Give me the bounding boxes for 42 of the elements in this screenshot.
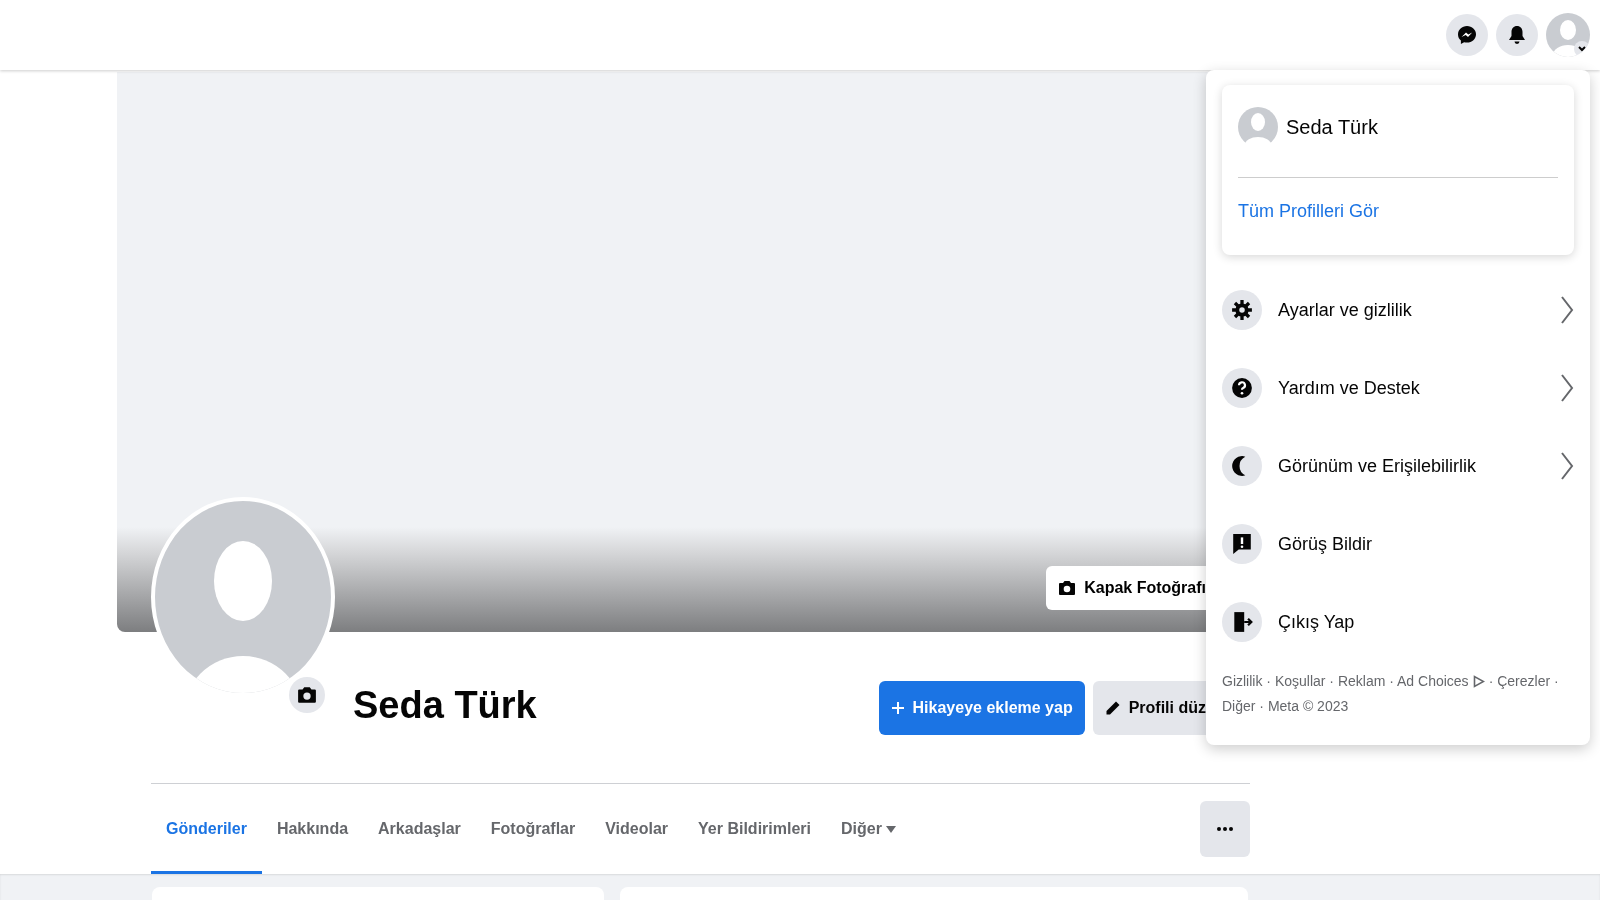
menu-item[interactable]: Ayarlar ve gizlilik: [1222, 271, 1574, 349]
notifications-button[interactable]: [1496, 14, 1538, 56]
profile-name: Seda Türk: [353, 683, 537, 728]
dropdown-icon: [886, 825, 897, 834]
menu-item[interactable]: Çıkış Yap: [1222, 583, 1574, 661]
menu-item[interactable]: Yardım ve Destek: [1222, 349, 1574, 427]
menu-item[interactable]: Görünüm ve Erişilebilirlik: [1222, 427, 1574, 505]
gear-icon: [1222, 290, 1262, 330]
logout-icon: [1222, 602, 1262, 642]
help-icon: [1222, 368, 1262, 408]
cover-photo-button[interactable]: Kapak Fotoğrafı: [1046, 566, 1206, 610]
messenger-button[interactable]: [1446, 14, 1488, 56]
feedback-icon: [1222, 524, 1262, 564]
avatar-icon: [1238, 107, 1278, 147]
chevron-right-icon: [1560, 295, 1574, 325]
pencil-icon: [1104, 700, 1121, 716]
menu-item[interactable]: Görüş Bildir: [1222, 505, 1574, 583]
edit-profile-button[interactable]: Profili düz: [1092, 681, 1206, 735]
plus-icon: [890, 701, 905, 715]
profile-tab[interactable]: Videolar: [590, 784, 684, 874]
see-all-profiles-link[interactable]: Tüm Profilleri Gör: [1238, 201, 1380, 221]
ad-choices-icon[interactable]: [1472, 675, 1485, 688]
footer-links: Diğer · Meta © 2023: [1222, 698, 1349, 714]
footer-links: Gizlilik · Koşullar · Reklam · Ad Choices: [1222, 672, 1469, 691]
profile-tab[interactable]: Fotoğraflar: [475, 784, 591, 874]
camera-icon: [297, 686, 317, 704]
profile-tab[interactable]: Hakkında: [261, 784, 364, 874]
bell-icon: [1508, 25, 1526, 45]
chevron-right-icon: [1560, 373, 1574, 403]
add-to-story-button[interactable]: Hikayeye ekleme yap: [878, 681, 1085, 735]
change-photo-button[interactable]: [289, 677, 325, 713]
camera-icon: [1058, 580, 1077, 596]
profile-tab[interactable]: Yer Bildirimleri: [683, 784, 826, 874]
profile-tab[interactable]: Diğer: [826, 784, 912, 874]
chevron-right-icon: [1560, 451, 1574, 481]
profile-name[interactable]: Seda Türk: [1286, 112, 1378, 142]
moon-icon: [1222, 446, 1262, 486]
ellipsis-icon: [1217, 827, 1233, 831]
profile-tab[interactable]: Arkadaşlar: [363, 784, 476, 874]
footer-links: · Çerezler ·: [1488, 672, 1559, 691]
messenger-icon: [1457, 25, 1477, 45]
caret-icon: [1577, 45, 1587, 53]
